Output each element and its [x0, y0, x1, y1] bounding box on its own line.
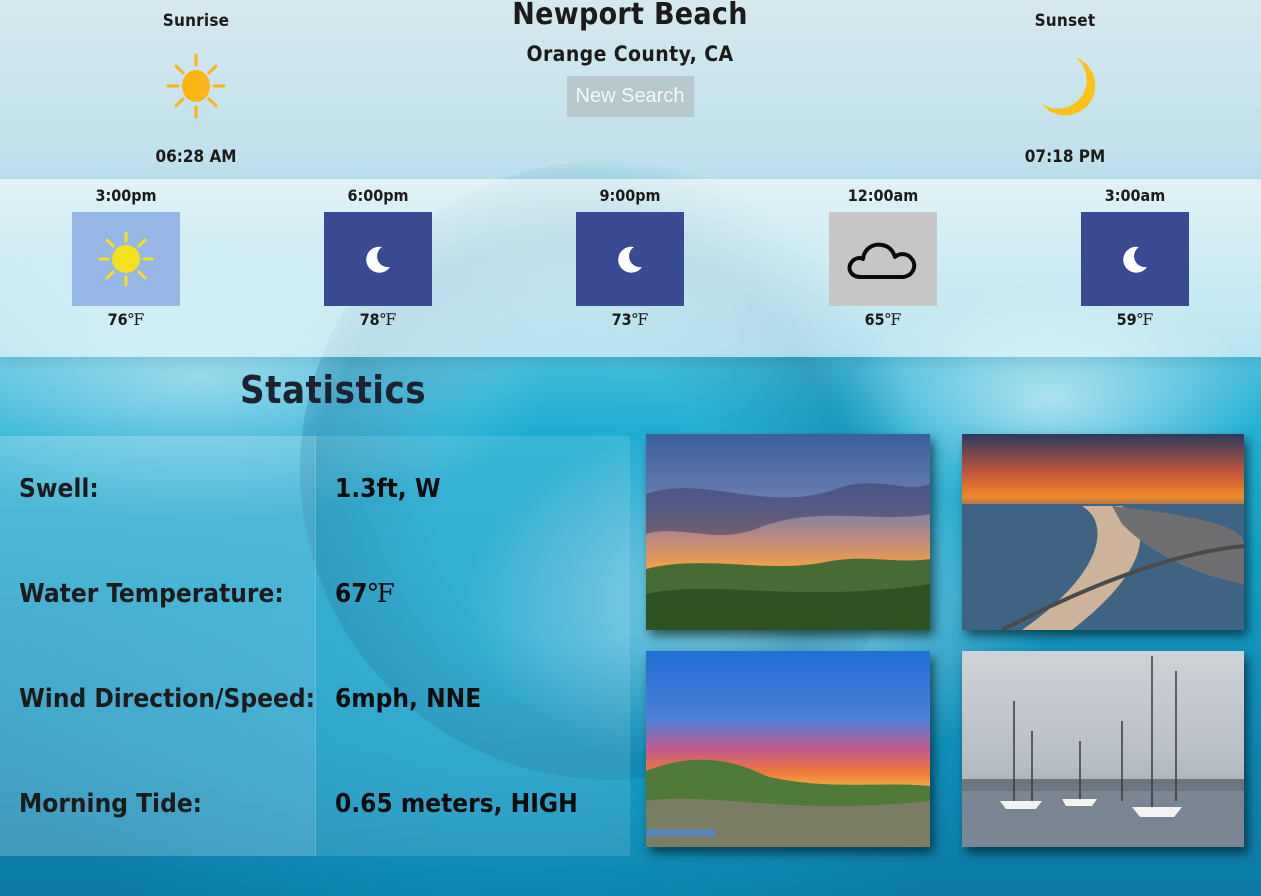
forecast-time: 9:00pm [599, 186, 661, 205]
forecast-temp: 78℉ [359, 310, 397, 329]
moon-icon [324, 212, 432, 306]
photo-harbor-sailboats[interactable] [962, 651, 1244, 847]
stat-label-water-temperature: Water Temperature: [19, 578, 284, 609]
county-name: Orange County, CA [526, 42, 734, 66]
forecast-temp: 59℉ [1116, 310, 1154, 329]
sunrise-panel: Sunrise 06:28 AM [116, 8, 276, 170]
stat-label-morning-tide: Morning Tide: [19, 788, 203, 819]
new-search-button[interactable]: New Search [566, 76, 694, 117]
forecast-time: 12:00am [847, 186, 919, 205]
forecast-temp: 73℉ [611, 310, 649, 329]
sun-icon [116, 34, 276, 138]
forecast-temp: 65℉ [864, 310, 902, 329]
cloud-icon [829, 212, 937, 306]
statistics-table: Swell: Water Temperature: Wind Direction… [0, 436, 630, 856]
sunset-panel: Sunset 07:18 PM [985, 8, 1145, 170]
sunrise-label: Sunrise [162, 11, 230, 31]
sun-icon [72, 212, 180, 306]
hourly-forecast: 3:00pm 76℉ 6:00pm 78℉ 9:00pm 73℉ 12:00am… [0, 179, 1261, 357]
stat-value-swell: 1.3ft, W [335, 473, 441, 504]
moon-icon [1081, 212, 1189, 306]
forecast-item: 3:00am 59℉ [1065, 185, 1205, 330]
sunset-time: 07:18 PM [1024, 147, 1106, 167]
city-name: Newport Beach [512, 0, 748, 32]
stat-value-morning-tide: 0.65 meters, HIGH [335, 788, 578, 819]
statistics-labels-column: Swell: Water Temperature: Wind Direction… [0, 436, 315, 856]
sunrise-time: 06:28 AM [155, 147, 237, 167]
photo-sunset-hills[interactable] [646, 434, 930, 630]
stat-value-water-temperature: 67 ℉ [335, 578, 395, 609]
photo-aerial-peninsula[interactable] [962, 434, 1244, 630]
forecast-item: 3:00pm 76℉ [56, 185, 196, 330]
header: Sunrise 06:28 AM Newport Beach Orange Co… [0, 0, 1261, 178]
forecast-item: 9:00pm 73℉ [560, 185, 700, 330]
forecast-temp: 76℉ [107, 310, 145, 329]
forecast-time: 3:00pm [95, 186, 157, 205]
forecast-item: 6:00pm 78℉ [308, 185, 448, 330]
photo-park-sunset[interactable] [646, 651, 930, 847]
forecast-time: 3:00am [1104, 186, 1166, 205]
forecast-item: 12:00am 65℉ [813, 185, 953, 330]
location-panel: Newport Beach Orange County, CA New Sear… [430, 0, 830, 117]
stat-label-wind: Wind Direction/Speed: [19, 683, 315, 714]
stat-value-wind: 6mph, NNE [335, 683, 482, 714]
moon-icon [576, 212, 684, 306]
statistics-values-column: 1.3ft, W 67 ℉ 6mph, NNE 0.65 meters, HIGH [315, 436, 630, 856]
moon-icon [985, 34, 1145, 138]
forecast-time: 6:00pm [347, 186, 409, 205]
stat-label-swell: Swell: [19, 473, 99, 504]
sunset-label: Sunset [1034, 11, 1096, 31]
statistics-title: Statistics [240, 368, 427, 412]
